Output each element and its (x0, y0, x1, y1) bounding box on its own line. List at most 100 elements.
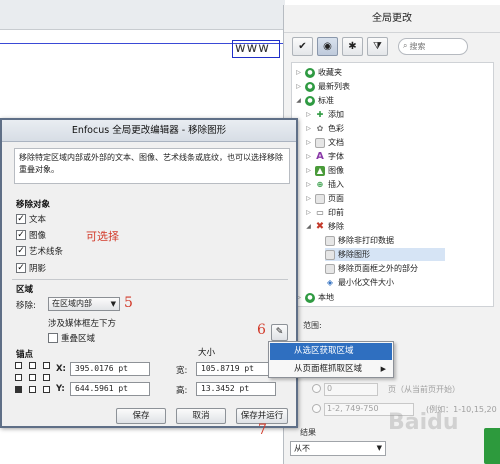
insert-icon: ⊕ (316, 180, 324, 189)
tree-item-font[interactable]: ▷ A 字体 (305, 150, 344, 163)
checkbox-overlap[interactable]: 重叠区域 (48, 332, 95, 344)
tree-item-remove-nonprint[interactable]: 移除非打印数据 (325, 234, 394, 247)
anchor-point[interactable] (29, 386, 36, 393)
run-button[interactable] (484, 428, 500, 464)
y-label: Y: (56, 384, 65, 394)
tree-item-standard[interactable]: ◢ ● 标准 (295, 94, 334, 107)
anchor-point[interactable] (15, 362, 22, 369)
gear-icon[interactable]: ✱ (342, 36, 363, 56)
green-folder-icon: ● (305, 81, 315, 92)
anchor-point[interactable] (43, 386, 50, 393)
size-label: 大小 (198, 348, 216, 358)
tree-item-favorites[interactable]: ▷ ● 收藏夹 (295, 66, 342, 79)
pages-from-current-label: 页（从当前页开始） (388, 385, 460, 394)
checkbox-shading[interactable]: ✓ 阴影 (16, 262, 46, 274)
search-placeholder: 搜索 (409, 41, 426, 51)
globe-icon[interactable]: ◉ (317, 36, 338, 56)
search-input[interactable]: ⌕ 搜索 (398, 37, 468, 55)
green-folder-icon: ● (305, 95, 315, 106)
page-radio[interactable] (312, 384, 321, 393)
tree-item-minimize-size[interactable]: ◈ 最小化文件大小 (325, 276, 394, 289)
minimize-icon: ◈ (326, 278, 334, 287)
tree-item-prepress[interactable]: ▷ ▭ 印前 (305, 206, 344, 219)
remove-mode-select[interactable]: 在区域内部 ▼ (48, 297, 120, 311)
height-field[interactable]: 13.3452 pt (196, 382, 276, 396)
tree-item-remove-graphics[interactable]: 移除图形 (325, 248, 445, 261)
anchor-point[interactable] (43, 374, 50, 381)
y-field[interactable]: 644.5961 pt (70, 382, 150, 396)
step-number-7: 7 (258, 422, 267, 438)
expand-arrow-icon[interactable]: ▷ (305, 178, 312, 191)
filter-icon[interactable]: ⧩ (367, 36, 388, 56)
checkbox-image[interactable]: ✓ 图像 (16, 229, 46, 241)
optional-annotation: 可选择 (86, 230, 119, 243)
expand-arrow-icon[interactable]: ▷ (305, 150, 312, 163)
tree-item-insert[interactable]: ▷ ⊕ 插入 (305, 178, 344, 191)
anchor-point-grid[interactable] (15, 362, 51, 394)
anchor-point[interactable] (29, 362, 36, 369)
checkbox[interactable] (48, 333, 58, 343)
tree-item-remove[interactable]: ◢ ✖ 移除 (305, 220, 344, 233)
tree-item-color[interactable]: ▷ ✿ 色彩 (305, 122, 344, 135)
x-label: X: (56, 364, 66, 374)
action-icon (325, 263, 335, 274)
anchor-point[interactable] (29, 374, 36, 381)
cancel-button[interactable]: 取消 (176, 408, 226, 424)
step-number-6: 6 (257, 322, 266, 338)
expand-arrow-icon[interactable]: ▷ (305, 206, 312, 219)
result-label: 结果 (300, 428, 316, 437)
tree-item-document[interactable]: ▷ 文档 (305, 136, 344, 149)
width-field[interactable]: 105.8719 pt (196, 362, 276, 376)
checkmark-icon[interactable]: ✔ (292, 36, 313, 56)
save-button[interactable]: 保存 (116, 408, 166, 424)
panel-toolbar: ✔ ◉ ✱ ⧩ ⌕ 搜索 (284, 33, 500, 59)
width-label: 宽: (176, 366, 188, 376)
expand-arrow-icon[interactable]: ▷ (295, 80, 302, 93)
expand-arrow-icon[interactable]: ▷ (305, 192, 312, 205)
result-select[interactable]: 从不 ▼ (290, 441, 386, 456)
tree-item-recent[interactable]: ▷ ● 最新列表 (295, 80, 350, 93)
anchor-point[interactable] (15, 374, 22, 381)
checkbox[interactable]: ✓ (16, 246, 26, 256)
checkbox-line-art[interactable]: ✓ 艺术线条 (16, 245, 63, 257)
chevron-down-icon: ▼ (376, 444, 382, 452)
chevron-down-icon: ▼ (110, 300, 116, 308)
selected-text-box[interactable]: www (232, 40, 280, 58)
range-radio[interactable] (312, 404, 321, 413)
expand-arrow-icon[interactable]: ▷ (305, 108, 312, 121)
region-popup-menu: 从选区获取区域 从页面框抓取区域 ▶ (268, 341, 394, 378)
collapse-arrow-icon[interactable]: ◢ (305, 220, 312, 233)
anchor-point[interactable] (43, 362, 50, 369)
tree-item-image[interactable]: ▷ ▲ 图像 (305, 164, 344, 177)
expand-arrow-icon[interactable]: ▷ (305, 136, 312, 149)
checkbox[interactable]: ✓ (16, 230, 26, 240)
page-count-field[interactable]: 0 (324, 383, 378, 396)
checkbox[interactable]: ✓ (16, 214, 26, 224)
menu-item-grab-from-page-box[interactable]: 从页面框抓取区域 ▶ (270, 361, 392, 378)
eyedropper-button[interactable]: ✎ (271, 324, 288, 341)
anchor-label: 锚点 (16, 350, 34, 360)
section-divider (12, 279, 288, 280)
monitor-icon: ▭ (316, 208, 324, 217)
expand-arrow-icon[interactable]: ▷ (305, 122, 312, 135)
checkbox[interactable]: ✓ (16, 263, 26, 273)
region-label: 区域 (16, 285, 34, 295)
description-box: 移除特定区域内部或外部的文本、图像、艺术线条或底纹，也可以选择移除重叠对象。 (14, 148, 290, 184)
tree-item-add[interactable]: ▷ ✚ 添加 (305, 108, 344, 121)
plus-icon: ✚ (316, 110, 324, 119)
tree-item-local[interactable]: ▷ ● 本地 (295, 291, 334, 304)
touch-media-box-label: 涉及媒体框左下方 (48, 319, 117, 329)
menu-item-get-from-selection[interactable]: 从选区获取区域 (270, 343, 392, 360)
collapse-arrow-icon[interactable]: ◢ (295, 94, 302, 107)
tree-item-remove-outside-page[interactable]: 移除页面框之外的部分 (325, 262, 418, 275)
expand-arrow-icon[interactable]: ▷ (305, 164, 312, 177)
x-field[interactable]: 395.0176 pt (70, 362, 150, 376)
checkbox-text[interactable]: ✓ 文本 (16, 213, 46, 225)
remove-mode-label: 移除: (16, 301, 36, 311)
action-tree: ▷ ● 收藏夹 ▷ ● 最新列表 ◢ ● 标准 ▷ ✚ 添加 ▷ ✿ 色彩 ▷ 文档 ▷ A… (291, 62, 494, 307)
panel-title: 全局更改 (284, 5, 500, 33)
action-icon (325, 235, 335, 246)
expand-arrow-icon[interactable]: ▷ (295, 66, 302, 79)
anchor-point-selected[interactable] (15, 386, 22, 393)
tree-item-page[interactable]: ▷ 页面 (305, 192, 344, 205)
